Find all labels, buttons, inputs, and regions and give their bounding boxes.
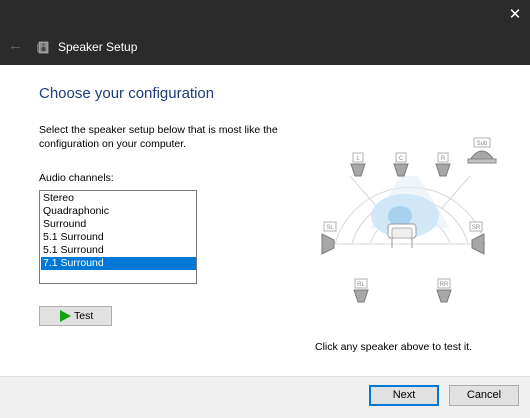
header-bar: ← Speaker Setup — [0, 30, 530, 65]
speaker-side-right[interactable]: SR — [469, 221, 485, 255]
channel-option-quadraphonic[interactable]: Quadraphonic — [41, 205, 196, 218]
channel-option-7-1-surround[interactable]: 7.1 Surround — [41, 257, 196, 270]
channel-option-stereo[interactable]: Stereo — [41, 192, 196, 205]
footer-bar: Next Cancel — [0, 376, 530, 418]
page-title: Choose your configuration — [39, 85, 215, 102]
speaker-side-left-label: SL — [326, 225, 334, 231]
speaker-center[interactable]: C — [393, 152, 409, 177]
hint-text: Click any speaker above to test it. — [315, 341, 472, 353]
channel-option-surround[interactable]: Surround — [41, 218, 196, 231]
speaker-front-left[interactable]: L — [350, 152, 366, 177]
speaker-center-label: C — [399, 156, 404, 162]
speaker-rear-right[interactable]: RR — [436, 278, 452, 303]
test-button-label: Test — [74, 310, 94, 322]
speaker-side-right-label: SR — [472, 225, 481, 231]
speaker-side-left[interactable]: SL — [321, 221, 337, 255]
speaker-rear-right-label: RR — [440, 282, 449, 288]
play-icon — [60, 310, 71, 322]
channel-option-5-1-surround[interactable]: 5.1 Surround — [41, 231, 196, 244]
speaker-diagram: L C R Sub SL SR RL RR — [321, 137, 497, 303]
test-button[interactable]: Test — [39, 306, 112, 326]
speaker-front-right-label: R — [441, 156, 446, 162]
audio-channels-label: Audio channels: — [39, 172, 114, 184]
cancel-button[interactable]: Cancel — [449, 385, 519, 406]
instruction-text: Select the speaker setup below that is m… — [39, 124, 278, 150]
main-content: Choose your configuration Select the spe… — [0, 65, 530, 376]
speaker-rear-left[interactable]: RL — [353, 278, 369, 303]
speaker-front-right[interactable]: R — [435, 152, 451, 177]
window-title: Speaker Setup — [58, 40, 138, 54]
close-icon: ✕ — [508, 6, 522, 23]
title-bar: ✕ — [0, 0, 530, 30]
close-button[interactable]: ✕ — [500, 0, 530, 30]
speaker-app-icon — [37, 41, 49, 54]
speaker-subwoofer-label: Sub — [477, 141, 488, 147]
channel-option-5-1-surround[interactable]: 5.1 Surround — [41, 244, 196, 257]
speaker-rear-left-label: RL — [357, 282, 365, 288]
speaker-subwoofer[interactable]: Sub — [467, 137, 497, 164]
next-button[interactable]: Next — [369, 385, 439, 406]
back-arrow-icon[interactable]: ← — [8, 36, 26, 56]
audio-channels-listbox[interactable]: Stereo Quadraphonic Surround 5.1 Surroun… — [39, 190, 197, 284]
